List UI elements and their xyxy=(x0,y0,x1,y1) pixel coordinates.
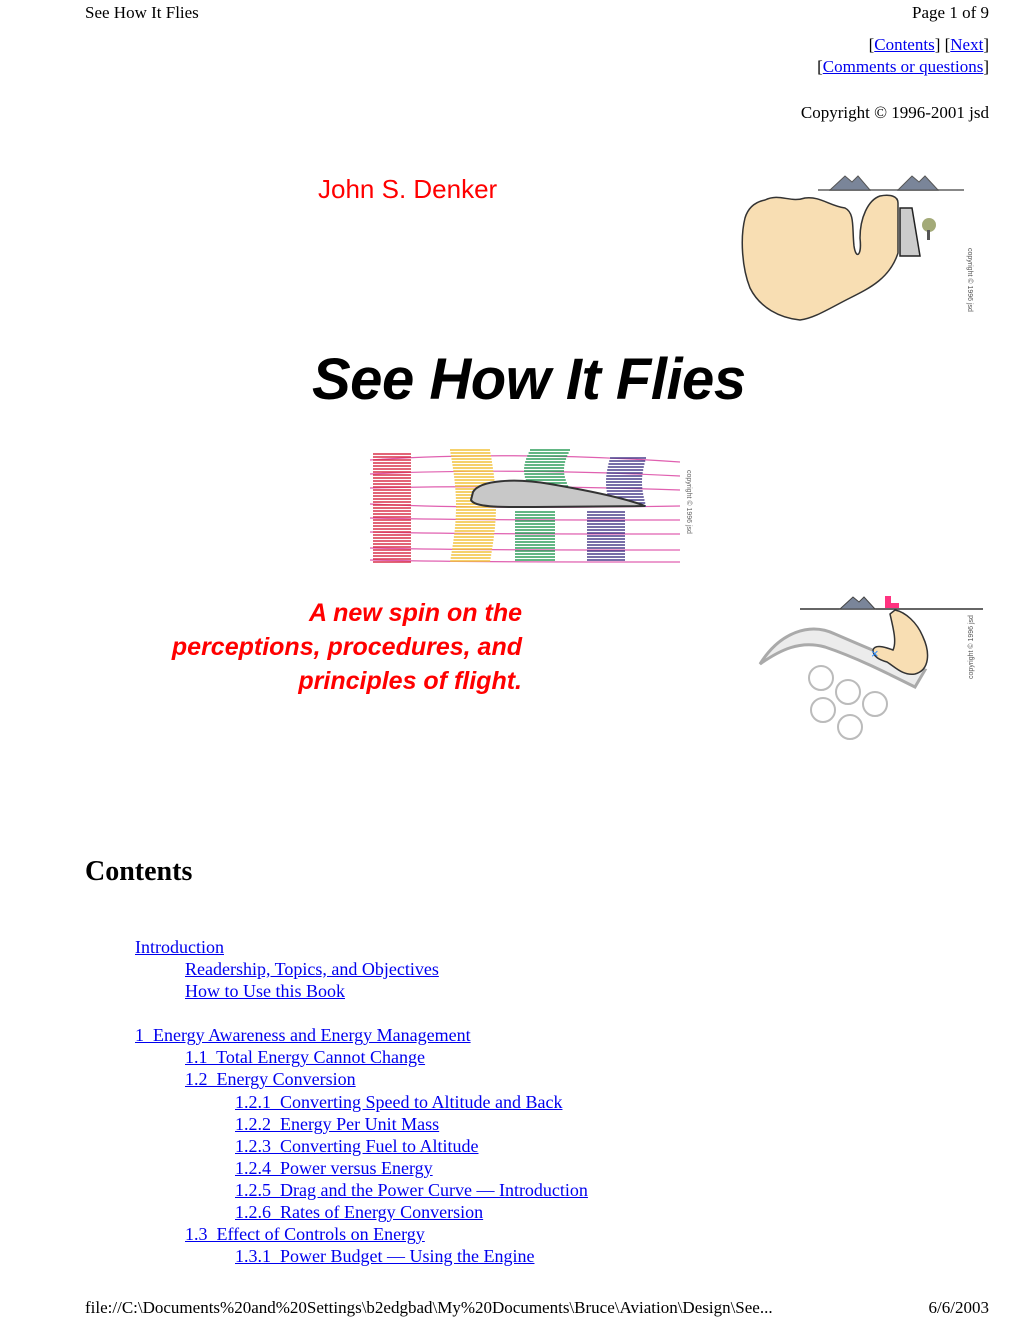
print-header-page: Page 1 of 9 xyxy=(912,3,989,22)
toc-link[interactable]: 1.2.6 Rates of Energy Conversion xyxy=(235,1202,483,1222)
toc-link[interactable]: 1.2.4 Power versus Energy xyxy=(235,1158,433,1178)
toc-link[interactable]: 1.1 Total Energy Cannot Change xyxy=(185,1047,425,1067)
toc-item: Readership, Topics, and Objectives xyxy=(0,958,588,980)
copyright-notice: Copyright © 1996-2001 jsd xyxy=(800,103,989,122)
nav-row-2: [Comments or questions] xyxy=(817,56,989,78)
contents-link[interactable]: Contents xyxy=(874,35,934,54)
tagline-line: A new spin on the xyxy=(309,599,522,627)
book-title: See How It Flies xyxy=(312,347,746,412)
print-header-title: See How It Flies xyxy=(85,3,199,22)
contents-heading: Contents xyxy=(85,856,193,887)
toc-item: 1.2.6 Rates of Energy Conversion xyxy=(0,1201,588,1223)
tagline: A new spin on the perceptions, procedure… xyxy=(62,596,522,698)
toc-link[interactable]: 1.2.2 Energy Per Unit Mass xyxy=(235,1114,439,1134)
nav-row-1: [Contents] [Next] xyxy=(817,34,989,56)
toc-link[interactable]: 1.3 Effect of Controls on Energy xyxy=(185,1224,425,1244)
toc-item: Introduction xyxy=(0,936,588,958)
toc-item: 1.2.3 Converting Fuel to Altitude xyxy=(0,1135,588,1157)
image-caption: copyright © 1996 jsd xyxy=(966,248,974,312)
tagline-line: perceptions, procedures, and xyxy=(171,633,522,661)
toc-item: 1.1 Total Energy Cannot Change xyxy=(0,1046,588,1068)
toc-spacer xyxy=(0,1002,588,1024)
cross-marker-icon: × xyxy=(871,646,879,661)
toc-item: 1.2.2 Energy Per Unit Mass xyxy=(0,1113,588,1135)
toc-item: 1.2.4 Power versus Energy xyxy=(0,1157,588,1179)
toc-item: How to Use this Book xyxy=(0,980,588,1002)
toc-link[interactable]: 1.2.1 Converting Speed to Altitude and B… xyxy=(235,1092,562,1112)
next-link[interactable]: Next xyxy=(950,35,983,54)
toc-item: 1.3.1 Power Budget — Using the Engine xyxy=(0,1245,588,1267)
toc-item: 1.2.1 Converting Speed to Altitude and B… xyxy=(0,1091,588,1113)
toc-link[interactable]: 1.2.3 Converting Fuel to Altitude xyxy=(235,1136,479,1156)
bracket: ] xyxy=(983,57,989,76)
table-of-contents: Introduction Readership, Topics, and Obje… xyxy=(0,936,588,1267)
toc-link[interactable]: Introduction xyxy=(135,937,224,957)
toc-item: 1.2 Energy Conversion xyxy=(0,1068,588,1090)
toc-link[interactable]: Readership, Topics, and Objectives xyxy=(185,959,439,979)
hand-slope-illustration: × copyright © 1996 jsd xyxy=(755,592,985,742)
tree-icon xyxy=(922,218,936,232)
toc-item: 1.2.5 Drag and the Power Curve — Introdu… xyxy=(0,1179,588,1201)
bracket: ] xyxy=(983,35,989,54)
toc-link[interactable]: 1 Energy Awareness and Energy Management xyxy=(135,1025,471,1045)
image-caption: copyright © 1996 jsd xyxy=(967,615,975,679)
toc-item: 1 Energy Awareness and Energy Management xyxy=(0,1024,588,1046)
nav-links: [Contents] [Next] [Comments or questions… xyxy=(817,34,989,78)
comments-link[interactable]: Comments or questions xyxy=(823,57,984,76)
image-caption: copyright © 1996 jsd xyxy=(685,470,693,534)
toc-link[interactable]: How to Use this Book xyxy=(185,981,345,1001)
print-footer-path: file://C:\Documents%20and%20Settings\b2e… xyxy=(85,1298,773,1317)
toc-link[interactable]: 1.2.5 Drag and the Power Curve — Introdu… xyxy=(235,1180,588,1200)
author-name: John S. Denker xyxy=(318,174,498,204)
print-footer-date: 6/6/2003 xyxy=(928,1298,989,1317)
toc-link[interactable]: 1.2 Energy Conversion xyxy=(185,1069,356,1089)
tagline-line: principles of flight. xyxy=(298,667,522,695)
airfoil-streamlines-illustration: copyright © 1996 jsd xyxy=(365,440,708,566)
toc-item: 1.3 Effect of Controls on Energy xyxy=(0,1223,588,1245)
hand-horizon-illustration: copyright © 1996 jsd xyxy=(720,168,986,323)
bracket: ] xyxy=(934,35,941,54)
toc-link[interactable]: 1.3.1 Power Budget — Using the Engine xyxy=(235,1246,534,1266)
